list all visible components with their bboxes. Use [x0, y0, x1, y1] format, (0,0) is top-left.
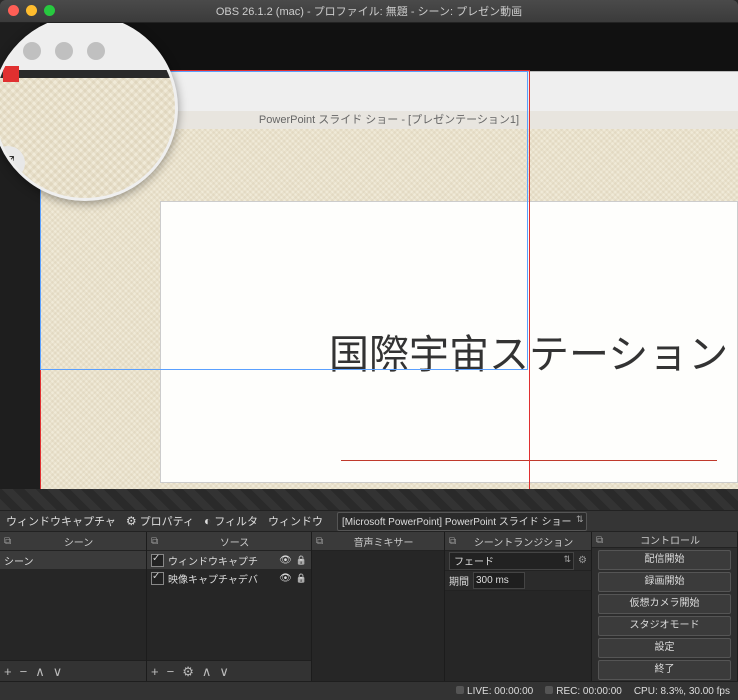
- magnifier-overlay: ⤢: [0, 23, 178, 201]
- chevron-up-icon[interactable]: ∧: [202, 665, 212, 678]
- controls-panel: コントロール 配信開始 録画開始 仮想カメラ開始 スタジオモード 設定 終了: [592, 532, 738, 681]
- gear-icon[interactable]: [578, 555, 587, 566]
- selected-source-name: ウィンドウキャプチャ: [6, 513, 116, 529]
- add-icon[interactable]: +: [151, 665, 159, 678]
- studio-mode-button[interactable]: スタジオモード: [598, 616, 731, 636]
- scenes-list[interactable]: シーン: [0, 551, 146, 660]
- sources-list[interactable]: ウィンドウキャプチ 映像キャプチャデバ: [147, 551, 311, 660]
- list-item[interactable]: シーン: [0, 551, 146, 569]
- chevron-down-icon[interactable]: ∨: [219, 665, 229, 678]
- source-properties-bar: ウィンドウキャプチャ プロパティ フィルタ ウィンドウ [Microsoft P…: [0, 510, 738, 532]
- popout-icon[interactable]: [449, 535, 456, 547]
- add-icon[interactable]: +: [4, 665, 12, 678]
- transition-type-select[interactable]: フェード: [449, 552, 574, 570]
- docks: シーン シーン + − ∧ ∨ ソース ウィンドウキャプチ: [0, 532, 738, 681]
- gear-icon: [126, 514, 137, 528]
- remove-icon[interactable]: −: [20, 665, 28, 678]
- mixer-header: 音声ミキサー: [327, 534, 440, 549]
- preview-area[interactable]: PowerPoint スライド ショー - [プレゼンテーション1] 国際宇宙ス…: [0, 23, 738, 489]
- rec-dot-icon: [545, 686, 553, 694]
- list-item[interactable]: ウィンドウキャプチ: [147, 551, 311, 569]
- live-dot-icon: [456, 686, 464, 694]
- popout-icon[interactable]: [316, 535, 323, 547]
- window-title: OBS 26.1.2 (mac) - プロファイル: 無題 - シーン: プレゼ…: [0, 3, 738, 19]
- filters-button[interactable]: フィルタ: [204, 513, 258, 529]
- start-stream-button[interactable]: 配信開始: [598, 550, 731, 570]
- cpu-status: CPU: 8.3%, 30.00 fps: [634, 686, 730, 697]
- chevron-down-icon[interactable]: ∨: [53, 665, 63, 678]
- resize-handle-icon[interactable]: [3, 66, 19, 82]
- window-select[interactable]: [Microsoft PowerPoint] PowerPoint スライド シ…: [337, 512, 587, 531]
- slide-rule-line: [341, 460, 717, 461]
- start-virtualcam-button[interactable]: 仮想カメラ開始: [598, 594, 731, 614]
- checkbox-icon[interactable]: [151, 572, 164, 585]
- audio-mixer-panel: 音声ミキサー: [312, 532, 445, 681]
- scenes-toolbar: + − ∧ ∨: [0, 660, 146, 681]
- eye-icon[interactable]: [279, 573, 292, 584]
- remove-icon[interactable]: −: [167, 665, 175, 678]
- lock-icon[interactable]: [296, 555, 307, 566]
- popout-icon[interactable]: [596, 534, 603, 546]
- popout-icon[interactable]: [4, 535, 11, 547]
- filter-icon: [204, 514, 211, 528]
- sources-toolbar: + − ⚙ ∧ ∨: [147, 660, 311, 681]
- checkbox-icon[interactable]: [151, 554, 164, 567]
- live-status: LIVE: 00:00:00: [456, 686, 533, 697]
- mixer-body: [312, 551, 444, 681]
- app-window: OBS 26.1.2 (mac) - プロファイル: 無題 - シーン: プレゼ…: [0, 0, 738, 700]
- gear-icon[interactable]: ⚙: [182, 665, 194, 678]
- exit-button[interactable]: 終了: [598, 660, 731, 680]
- list-item[interactable]: 映像キャプチャデバ: [147, 569, 311, 587]
- settings-button[interactable]: 設定: [598, 638, 731, 658]
- transitions-panel: シーントランジション フェード 期間: [445, 532, 592, 681]
- status-bar: LIVE: 00:00:00 REC: 00:00:00 CPU: 8.3%, …: [0, 681, 738, 700]
- start-record-button[interactable]: 録画開始: [598, 572, 731, 592]
- titlebar[interactable]: OBS 26.1.2 (mac) - プロファイル: 無題 - シーン: プレゼ…: [0, 0, 738, 23]
- window-prop-label: ウィンドウ: [268, 513, 323, 529]
- duration-input[interactable]: [473, 572, 525, 589]
- duration-label: 期間: [449, 573, 469, 588]
- lock-icon[interactable]: [296, 573, 307, 584]
- sources-panel: ソース ウィンドウキャプチ 映像キャプチャデバ + − ⚙: [147, 532, 312, 681]
- stripe-divider: [0, 489, 738, 511]
- controls-header: コントロール: [607, 532, 733, 547]
- popout-icon[interactable]: [151, 535, 158, 547]
- eye-icon[interactable]: [279, 555, 292, 566]
- scenes-panel: シーン シーン + − ∧ ∨: [0, 532, 147, 681]
- rec-status: REC: 00:00:00: [545, 686, 622, 697]
- slide-title-text: 国際宇宙ステーション: [329, 322, 728, 380]
- scenes-header: シーン: [15, 534, 142, 549]
- properties-button[interactable]: プロパティ: [126, 513, 194, 529]
- ppt-slide: 国際宇宙ステーション: [160, 201, 738, 483]
- transitions-header: シーントランジション: [460, 534, 587, 549]
- sources-header: ソース: [162, 534, 307, 549]
- chevron-up-icon[interactable]: ∧: [35, 665, 45, 678]
